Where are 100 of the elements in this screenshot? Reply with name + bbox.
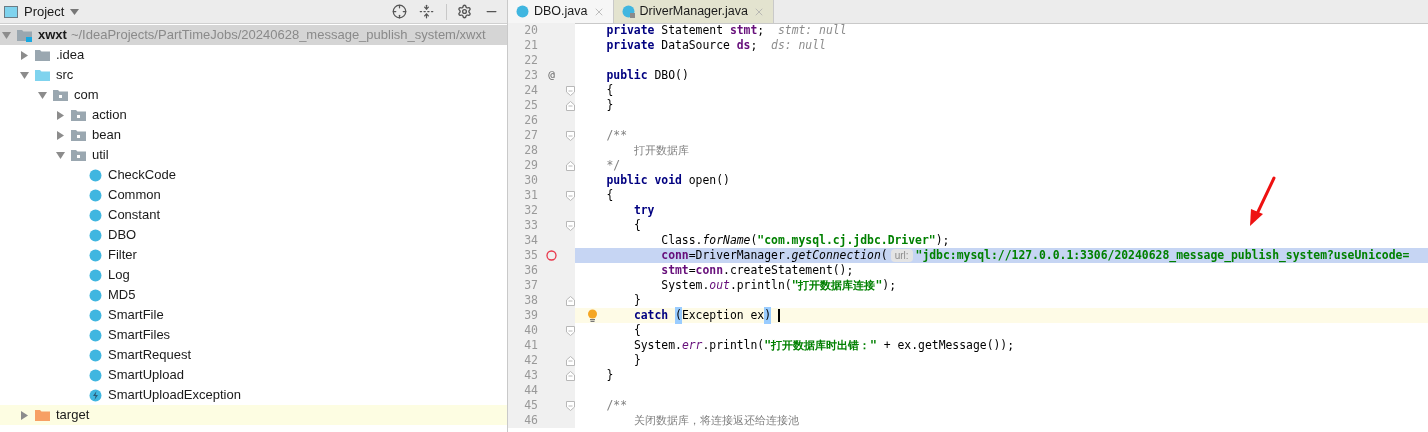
- fold-marker-icon[interactable]: [565, 295, 575, 306]
- package-icon: [71, 108, 86, 122]
- collapse-all-icon[interactable]: [419, 4, 434, 19]
- line-number: 24: [523, 81, 538, 99]
- line-number: 30: [523, 171, 538, 189]
- code-token: DataSource: [661, 36, 730, 54]
- tree-item[interactable]: CheckCode: [0, 165, 507, 185]
- code-token: (: [880, 247, 888, 264]
- locate-icon[interactable]: [392, 4, 407, 19]
- item-path: ~/IdeaProjects/PartTimeJobs/20240628_message_publish_system/xwxt: [70, 26, 486, 45]
- fold-marker-icon[interactable]: [565, 400, 575, 411]
- class-icon: [89, 368, 102, 382]
- tree-item[interactable]: target: [0, 405, 507, 425]
- tree-item[interactable]: SmartUpload: [0, 365, 507, 385]
- tree-item[interactable]: SmartUploadException: [0, 385, 507, 405]
- tree-item[interactable]: SmartRequest: [0, 345, 507, 365]
- tree-item[interactable]: Filter: [0, 245, 507, 265]
- class-icon: [621, 5, 635, 18]
- item-label: Common: [108, 186, 161, 205]
- expanded-arrow-icon[interactable]: [38, 90, 47, 100]
- expanded-arrow-icon[interactable]: [56, 150, 65, 160]
- code-token: ): [764, 306, 772, 325]
- line-number: 36: [523, 261, 538, 279]
- expanded-arrow-icon[interactable]: [2, 30, 11, 40]
- item-label: SmartFile: [108, 306, 164, 325]
- code-token: getConnection: [791, 247, 881, 264]
- code-token: }: [606, 366, 614, 384]
- expanded-arrow-icon[interactable]: [20, 70, 29, 80]
- line-number: 37: [523, 276, 538, 294]
- line-number: 29: [523, 156, 538, 174]
- fold-marker-icon[interactable]: [565, 100, 575, 111]
- tree-item[interactable]: Constant: [0, 205, 507, 225]
- breakpoint-icon[interactable]: [546, 250, 557, 261]
- tree-item[interactable]: Common: [0, 185, 507, 205]
- class-icon: [89, 268, 102, 282]
- code-token: public: [606, 66, 648, 84]
- line-number: 22: [523, 51, 538, 69]
- item-label: Log: [108, 266, 130, 285]
- item-label: Constant: [108, 206, 161, 225]
- tree-item[interactable]: src: [0, 65, 507, 85]
- tree-item[interactable]: MD5: [0, 285, 507, 305]
- tree-item[interactable]: util: [0, 145, 507, 165]
- tree-item[interactable]: bean: [0, 125, 507, 145]
- tree-item[interactable]: .idea: [0, 45, 507, 65]
- line-number: 40: [523, 321, 538, 339]
- package-icon: [53, 88, 68, 102]
- tree-item[interactable]: com: [0, 85, 507, 105]
- fold-marker-icon[interactable]: [565, 160, 575, 171]
- code-token: (: [750, 231, 758, 249]
- tree-item[interactable]: xwxt ~/IdeaProjects/PartTimeJobs/20240628_message_publish_system/xwxt: [0, 25, 507, 45]
- fold-marker-icon[interactable]: [565, 190, 575, 201]
- line-number: 45: [523, 396, 538, 414]
- line-number: 32: [523, 201, 538, 219]
- class-icon: [89, 248, 102, 262]
- fold-marker-icon[interactable]: [565, 220, 575, 231]
- tree-item[interactable]: SmartFile: [0, 305, 507, 325]
- code-token: "com.mysql.cj.jdbc.Driver": [757, 231, 936, 249]
- fold-marker-icon[interactable]: [565, 370, 575, 381]
- class-icon: [89, 208, 102, 222]
- code-token: catch: [633, 306, 669, 324]
- settings-icon[interactable]: [457, 4, 472, 19]
- editor-tab[interactable]: DBO.java: [508, 0, 614, 23]
- code-token: Statement: [661, 21, 724, 39]
- code-token: ;: [757, 21, 765, 39]
- tree-item[interactable]: Log: [0, 265, 507, 285]
- package-icon: [71, 148, 86, 162]
- project-view-dropdown[interactable]: Project: [24, 1, 80, 22]
- fold-marker-icon[interactable]: [565, 355, 575, 366]
- code-token: conn: [661, 246, 689, 264]
- code-token: {: [606, 82, 614, 99]
- line-number: 42: [523, 351, 538, 369]
- fold-marker-icon[interactable]: [565, 325, 575, 336]
- tree-item[interactable]: DBO: [0, 225, 507, 245]
- line-number: 23: [523, 66, 538, 84]
- class-icon: [89, 348, 102, 362]
- collapsed-arrow-icon[interactable]: [56, 130, 65, 140]
- collapsed-arrow-icon[interactable]: [56, 110, 65, 120]
- editor-tab[interactable]: DriverManager.java: [613, 0, 774, 23]
- item-label: target: [56, 406, 90, 425]
- lightbulb-icon[interactable]: [587, 309, 598, 322]
- item-label: MD5: [108, 286, 136, 305]
- code-token: open(): [688, 171, 730, 189]
- collapsed-arrow-icon[interactable]: [20, 50, 29, 60]
- tree-item[interactable]: action: [0, 105, 507, 125]
- code-token: private: [606, 21, 655, 39]
- code-token: );: [935, 231, 950, 249]
- code-token: {: [606, 187, 614, 204]
- code-token: {: [633, 321, 641, 339]
- class-icon: [89, 308, 102, 322]
- line-number: 46: [523, 411, 538, 429]
- collapsed-arrow-icon[interactable]: [20, 410, 29, 420]
- tree-item[interactable]: SmartFiles: [0, 325, 507, 345]
- fold-marker-icon[interactable]: [565, 130, 575, 141]
- code-token: }: [606, 96, 614, 114]
- comment-text: 关闭数据库，将连接返还给连接池: [633, 411, 799, 429]
- code-token: ds: [736, 36, 751, 54]
- fold-marker-icon[interactable]: [565, 85, 575, 96]
- folder-icon: [35, 408, 50, 422]
- code-token: .println(: [702, 336, 765, 354]
- item-label: bean: [92, 126, 121, 145]
